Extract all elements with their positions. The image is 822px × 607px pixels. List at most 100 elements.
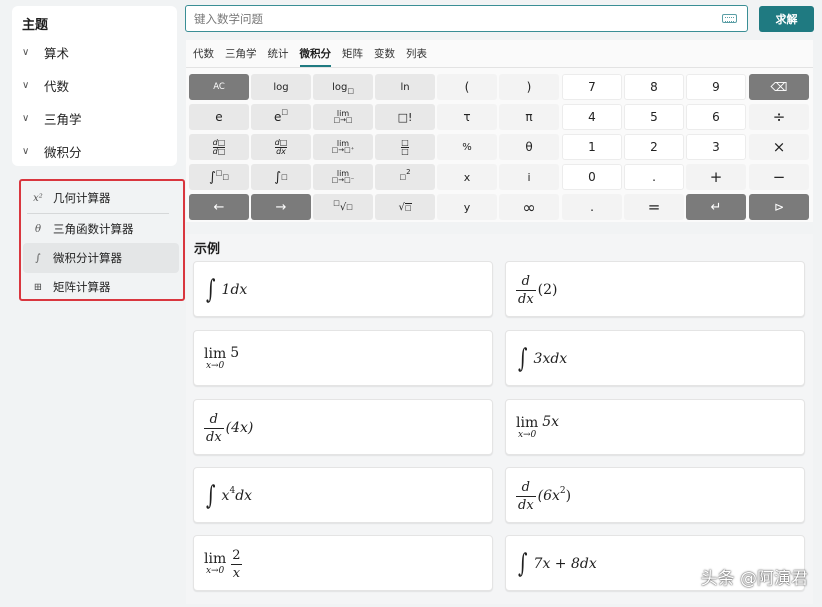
topic-label: 代数 (44, 78, 70, 94)
lim-sub: x→0 (205, 566, 225, 576)
key-decimal[interactable]: . (624, 164, 684, 190)
frac-den: dx (516, 495, 536, 513)
key-x[interactable]: x (437, 164, 497, 190)
example-card[interactable]: lim x→0 5x (505, 399, 805, 455)
key-factorial[interactable]: □! (375, 104, 435, 130)
key-log-base[interactable]: log □ (313, 74, 373, 100)
tool-label: 微积分计算器 (53, 251, 122, 265)
tab-statistics[interactable]: 统计 (268, 46, 289, 67)
chevron-down-icon: ∨ (22, 46, 30, 58)
key-tau[interactable]: τ (437, 104, 497, 130)
keypad-tabs: 代数 三角学 统计 微积分 矩阵 变数 列表 (193, 46, 438, 67)
key-4[interactable]: 4 (562, 104, 622, 130)
key-1[interactable]: 1 (562, 134, 622, 160)
key-limit-right[interactable]: lim □→□⁺ (313, 134, 373, 160)
key-enter[interactable]: ↵ (686, 194, 746, 220)
key-i[interactable]: i (499, 164, 559, 190)
lim-word: lim (204, 346, 227, 362)
key-clear[interactable]: AC (189, 74, 249, 100)
key-pi[interactable]: π (499, 104, 559, 130)
example-card[interactable]: d dx (6x 2) (505, 467, 805, 523)
key-decimal-2[interactable]: . (562, 194, 622, 220)
key-square-root[interactable]: √ □ (375, 194, 435, 220)
math-problem-input[interactable] (186, 11, 722, 26)
tab-list[interactable]: 列表 (406, 46, 427, 67)
key-minus[interactable]: − (749, 164, 809, 190)
key-2[interactable]: 2 (624, 134, 684, 160)
tab-variables[interactable]: 变数 (374, 46, 395, 67)
search-box (185, 5, 748, 32)
key-5[interactable]: 5 (624, 104, 684, 130)
watermark: 头条 @阿演君 (700, 569, 808, 589)
key-limit-left[interactable]: lim □→□⁻ (313, 164, 373, 190)
key-7[interactable]: 7 (562, 74, 622, 100)
key-y[interactable]: y (437, 194, 497, 220)
example-card[interactable]: ∫ x 4 dx (193, 467, 493, 523)
calculator-tools-highlight: x² 几何计算器 θ 三角函数计算器 ∫ 微积分计算器 ⊞ 矩阵计算器 (19, 179, 185, 301)
key-derivative-dx[interactable]: d□ dx (251, 134, 311, 160)
keyboard-icon[interactable] (722, 14, 737, 23)
key-backspace[interactable]: ⌫ (749, 74, 809, 100)
tab-calculus[interactable]: 微积分 (299, 46, 331, 67)
key-multiply[interactable]: × (749, 134, 809, 160)
key-fraction[interactable]: □ □ (375, 134, 435, 160)
tool-matrix-calculator[interactable]: ⊞ 矩阵计算器 (23, 275, 179, 299)
solve-button[interactable]: 求解 (759, 6, 814, 32)
tool-trig-calculator[interactable]: θ 三角函数计算器 (23, 214, 179, 244)
tool-calculus-calculator[interactable]: ∫ 微积分计算器 (23, 243, 179, 273)
lim-word: lim (204, 551, 227, 567)
frac-num: 2 (232, 547, 241, 563)
key-6[interactable]: 6 (686, 104, 746, 130)
tab-trigonometry[interactable]: 三角学 (225, 46, 257, 67)
tool-label: 几何计算器 (53, 191, 111, 205)
key-divide[interactable]: ÷ (749, 104, 809, 130)
key-definite-integral[interactable]: ∫ □ □ (189, 164, 249, 190)
key-send[interactable]: ⊳ (749, 194, 809, 220)
key-arrow-right[interactable]: → (251, 194, 311, 220)
key-label: log (332, 81, 348, 93)
examples-panel: 示例 ∫ 1dx d dx (2) lim x→0 5 ∫ 3xdx d dx (4x) lim… (186, 234, 813, 604)
example-card[interactable]: ∫ 1dx (193, 261, 493, 317)
frac-den: dx (204, 427, 224, 445)
key-right-paren[interactable]: ) (499, 74, 559, 100)
key-arrow-left[interactable]: ← (189, 194, 249, 220)
topic-algebra[interactable]: ∨ 代数 (22, 73, 172, 97)
key-8[interactable]: 8 (624, 74, 684, 100)
tab-algebra[interactable]: 代数 (193, 46, 214, 67)
example-card[interactable]: lim x→0 2 x (193, 535, 493, 591)
key-e-power[interactable]: e □ (251, 104, 311, 130)
key-3[interactable]: 3 (686, 134, 746, 160)
key-square[interactable]: □ 2 (375, 164, 435, 190)
tab-matrix[interactable]: 矩阵 (342, 46, 363, 67)
topic-calculus[interactable]: ∨ 微积分 (22, 139, 172, 163)
example-base: x (221, 488, 230, 504)
example-expr: 5x (542, 414, 560, 430)
key-percent[interactable]: % (437, 134, 497, 160)
lim-word: lim (516, 415, 539, 431)
example-card[interactable]: d dx (4x) (193, 399, 493, 455)
example-expr: 3xdx (533, 351, 568, 367)
example-card[interactable]: d dx (2) (505, 261, 805, 317)
key-e[interactable]: e (189, 104, 249, 130)
key-derivative-template[interactable]: d□ d□ (189, 134, 249, 160)
key-infinity[interactable]: ∞ (499, 194, 559, 220)
topic-trigonometry[interactable]: ∨ 三角学 (22, 106, 172, 130)
topic-arithmetic[interactable]: ∨ 算术 (22, 40, 172, 64)
tool-geometry-calculator[interactable]: x² 几何计算器 (23, 183, 179, 213)
key-left-paren[interactable]: ( (437, 74, 497, 100)
example-card[interactable]: ∫ 3xdx (505, 330, 805, 386)
key-9[interactable]: 9 (686, 74, 746, 100)
theta-icon: θ (34, 223, 42, 235)
key-limit[interactable]: lim □→□ (313, 104, 373, 130)
integral-symbol: ∫ (518, 344, 528, 374)
example-card[interactable]: lim x→0 5 (193, 330, 493, 386)
key-log[interactable]: log (251, 74, 311, 100)
key-0[interactable]: 0 (562, 164, 622, 190)
key-integral[interactable]: ∫ □ (251, 164, 311, 190)
key-ln[interactable]: ln (375, 74, 435, 100)
tabs-divider (186, 67, 813, 68)
key-plus[interactable]: + (686, 164, 746, 190)
key-nth-root[interactable]: □ √ □ (313, 194, 373, 220)
key-theta[interactable]: θ (499, 134, 559, 160)
key-equals[interactable]: = (624, 194, 684, 220)
